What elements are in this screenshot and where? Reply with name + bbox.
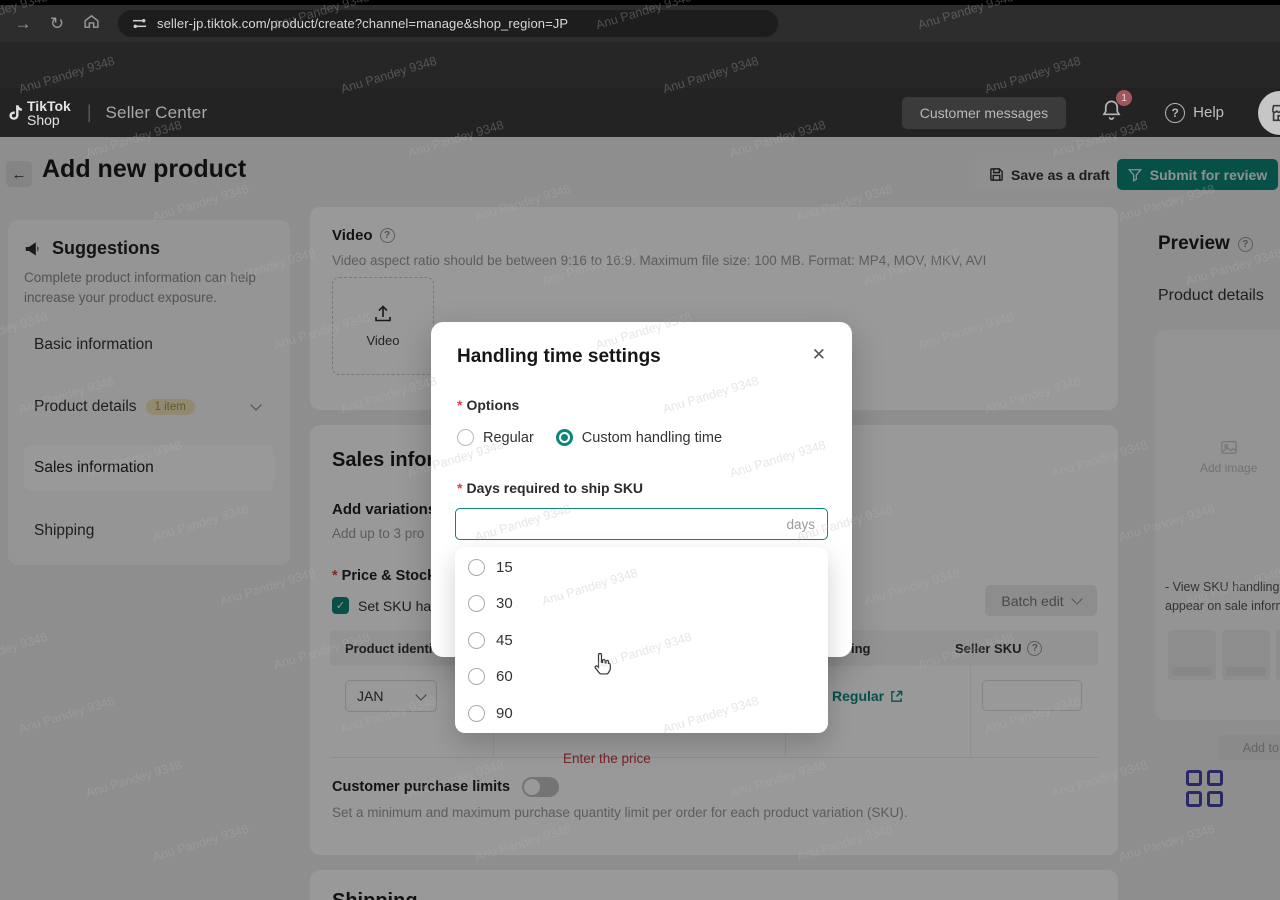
browser-toolbar: → ↻ seller-jp.tiktok.com/product/create?…: [0, 5, 1280, 42]
required-asterisk: *: [457, 397, 462, 413]
dropdown-option-label: 60: [496, 668, 513, 685]
notification-badge: 1: [1116, 90, 1132, 106]
home-icon[interactable]: [74, 13, 108, 35]
site-header: TikTok Shop | Seller Center Customer mes…: [0, 88, 1280, 137]
days-input[interactable]: [456, 516, 786, 532]
url-bar[interactable]: seller-jp.tiktok.com/product/create?chan…: [118, 10, 778, 37]
radio-option-custom[interactable]: Custom handling time: [556, 429, 722, 446]
help-button[interactable]: ? Help: [1165, 103, 1224, 123]
days-required-label: *Days required to ship SKU: [457, 480, 643, 496]
dropdown-option-label: 15: [496, 559, 513, 576]
options-label: *Options: [457, 397, 519, 413]
logo-text-top: TikTok: [27, 99, 71, 113]
dropdown-option-label: 30: [496, 595, 513, 612]
days-suffix: days: [786, 517, 827, 532]
radio-unchecked-icon: [468, 705, 485, 722]
radio-unchecked-icon: [457, 429, 474, 446]
cursor-pointer-icon: [592, 652, 614, 681]
header-divider: |: [87, 102, 92, 123]
help-icon: ?: [1165, 103, 1185, 123]
radio-unchecked-icon: [468, 668, 485, 685]
radio-regular-label: Regular: [483, 430, 534, 446]
days-input-wrap: days: [455, 508, 828, 540]
close-icon: ✕: [812, 345, 826, 364]
dropdown-option-15[interactable]: 15: [455, 549, 828, 586]
radio-unchecked-icon: [468, 559, 485, 576]
dropdown-option-60[interactable]: 60: [455, 659, 828, 696]
dropdown-option-label: 90: [496, 705, 513, 722]
storefront-icon: [1269, 102, 1280, 124]
notifications-button[interactable]: 1: [1100, 98, 1123, 127]
dropdown-option-30[interactable]: 30: [455, 586, 828, 623]
site-info-icon[interactable]: [132, 16, 147, 31]
dropdown-option-90[interactable]: 90: [455, 695, 828, 732]
url-text: seller-jp.tiktok.com/product/create?chan…: [157, 16, 568, 31]
help-label: Help: [1193, 104, 1224, 121]
logo-text-bottom: Shop: [27, 113, 71, 127]
radio-option-regular[interactable]: Regular: [457, 429, 534, 446]
app-name: Seller Center: [106, 103, 208, 123]
reload-icon[interactable]: ↻: [40, 14, 74, 34]
customer-messages-button[interactable]: Customer messages: [902, 97, 1066, 129]
modal-close-button[interactable]: ✕: [812, 346, 826, 363]
radio-unchecked-icon: [468, 632, 485, 649]
modal-title: Handling time settings: [457, 346, 661, 368]
tiktok-shop-logo[interactable]: TikTok Shop: [8, 99, 71, 127]
forward-icon[interactable]: →: [6, 14, 40, 34]
radio-checked-icon: [556, 429, 573, 446]
days-dropdown: 15 30 45 60 90: [455, 547, 828, 733]
dropdown-option-45[interactable]: 45: [455, 622, 828, 659]
radio-custom-label: Custom handling time: [582, 430, 722, 446]
dropdown-option-label: 45: [496, 632, 513, 649]
top-dark-band: [0, 42, 1280, 88]
required-asterisk: *: [457, 480, 462, 496]
screen: → ↻ seller-jp.tiktok.com/product/create?…: [0, 0, 1280, 900]
tiktok-note-icon: [8, 104, 23, 121]
radio-unchecked-icon: [468, 595, 485, 612]
